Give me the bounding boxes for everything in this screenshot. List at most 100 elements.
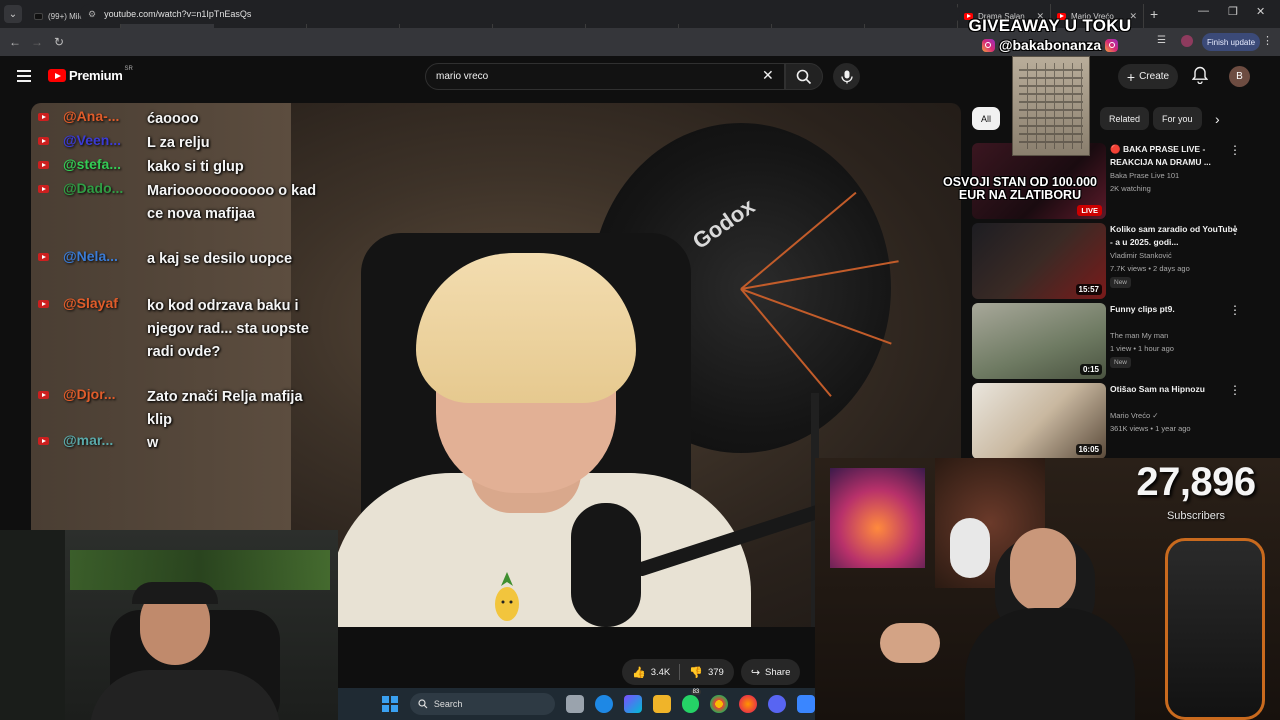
voice-search-button[interactable] <box>833 63 860 90</box>
recommendation-item[interactable]: 0:15 Funny clips pt9. The man My man 1 v… <box>972 303 1270 379</box>
chat-message: @Nela... a kaj se desilo uopce <box>38 248 317 271</box>
close-window-icon[interactable]: ✕ <box>1256 5 1265 18</box>
create-button[interactable]: + Create <box>1118 64 1178 89</box>
windows-start-icon[interactable] <box>382 696 398 712</box>
instagram-icon <box>981 38 995 52</box>
chip-related[interactable]: Related <box>1100 107 1150 130</box>
recommendation-meta: 1 view • 1 hour ago <box>1110 344 1174 353</box>
chat-message: @Slayaf ko kod odrzava baku i njegov rad.… <box>38 295 317 364</box>
webcam-person-body <box>965 608 1135 720</box>
video-actions: 👍 3.4K 👎 379 ↪ Share <box>622 659 801 685</box>
edge-icon[interactable] <box>594 695 613 713</box>
task-view-icon[interactable] <box>566 695 584 713</box>
chip-all[interactable]: All <box>972 107 1001 130</box>
duration-badge: 0:15 <box>1079 364 1102 375</box>
chat-username: @Dado... <box>63 180 124 196</box>
youtube-chat-icon <box>38 185 49 193</box>
chat-message: @mar... w <box>38 432 317 455</box>
profile-icon[interactable] <box>1181 35 1193 47</box>
app-icon[interactable] <box>797 695 816 713</box>
clear-search-icon[interactable]: ✕ <box>762 67 774 84</box>
finish-update-button[interactable]: Finish update <box>1202 33 1260 51</box>
recommendation-item[interactable]: 15:57 Koliko sam zaradio od YouTube - a … <box>972 223 1270 299</box>
more-options-icon[interactable]: ⋮ <box>1229 223 1241 237</box>
share-button[interactable]: ↪ Share <box>740 659 801 685</box>
dislike-count[interactable]: 379 <box>708 667 724 678</box>
whatsapp-icon[interactable]: 83 <box>681 689 702 713</box>
recommendation-item[interactable]: 16:05 Otišao Sam na Hipnozu Mario Vrećo … <box>972 383 1270 459</box>
new-tab-button[interactable]: + <box>1150 6 1158 22</box>
chat-username: @stefa... <box>63 156 122 172</box>
maximize-icon[interactable]: ❐ <box>1228 5 1238 18</box>
recommendation-meta: 2K watching <box>1110 184 1151 193</box>
video-thumbnail[interactable]: 16:05 <box>972 383 1106 459</box>
instagram-icon <box>1105 38 1119 52</box>
back-icon[interactable]: ← <box>4 35 26 49</box>
chat-text: ćaoooo <box>147 111 199 127</box>
chat-username: @Veen... <box>63 132 122 148</box>
tab-search-icon[interactable]: ⌄ <box>4 5 22 23</box>
more-options-icon[interactable]: ⋮ <box>1229 303 1241 317</box>
reading-list-icon[interactable]: ☰ <box>1157 35 1169 47</box>
recommendation-title[interactable]: 🔴 BAKA PRASE LIVE - REAKCIJA NA DRAMU ..… <box>1110 143 1238 169</box>
like-count[interactable]: 3.4K <box>651 667 671 678</box>
search-icon <box>418 699 428 709</box>
giveaway-handle: @bakabonanza <box>998 37 1102 53</box>
copilot-icon[interactable] <box>623 695 642 713</box>
account-avatar[interactable]: B <box>1229 66 1250 87</box>
youtube-logo[interactable]: Premium SR <box>48 65 133 83</box>
subscriber-count: 27,896 <box>1136 460 1256 504</box>
more-options-icon[interactable]: ⋮ <box>1229 143 1241 157</box>
url-text: youtube.com/watch?v=n1IpTnEasQs <box>104 9 252 19</box>
new-badge: New <box>1110 357 1132 368</box>
thumbs-down-icon[interactable]: 👎 <box>689 666 703 679</box>
url-field[interactable]: ⚙ youtube.com/watch?v=n1IpTnEasQs <box>80 4 960 24</box>
taskbar-search[interactable]: Search <box>409 693 556 715</box>
menu-icon[interactable] <box>17 70 31 82</box>
chevron-right-icon[interactable]: › <box>1215 111 1220 127</box>
chip-for-you[interactable]: For you <box>1153 107 1202 130</box>
share-label: Share <box>765 666 791 678</box>
chat-username: @mar... <box>63 432 114 448</box>
file-explorer-icon[interactable] <box>652 695 671 713</box>
more-options-icon[interactable]: ⋮ <box>1229 383 1241 397</box>
site-info-icon[interactable]: ⚙ <box>88 9 96 20</box>
country-code: SR <box>124 65 133 72</box>
discord-icon[interactable] <box>768 695 787 713</box>
thumbs-up-icon[interactable]: 👍 <box>632 666 646 679</box>
recommendation-channel[interactable]: Baka Prase Live 101 <box>1110 171 1179 180</box>
forward-icon[interactable]: → <box>26 35 48 49</box>
chat-text: ko kod odrzava baku i njegov rad... sta … <box>147 298 309 360</box>
recommendation-channel[interactable]: The man My man <box>1110 331 1168 340</box>
live-badge: LIVE <box>1077 205 1102 216</box>
chat-text: kako si ti glup <box>147 159 244 175</box>
chat-message: @Dado... Mariooooooooooo o kad ce nova ma… <box>38 180 317 226</box>
giveaway-handle-row: @bakabonanza <box>955 37 1145 53</box>
chrome-icon[interactable] <box>710 695 729 713</box>
windows-taskbar: Search 83 <box>338 688 816 720</box>
recommendation-title[interactable]: Otišao Sam na Hipnozu <box>1110 383 1238 396</box>
giveaway-banner: GIVEAWAY U TOKU @bakabonanza <box>955 16 1145 53</box>
search-button[interactable] <box>785 63 823 90</box>
video-thumbnail[interactable]: 0:15 <box>972 303 1106 379</box>
firefox-icon[interactable] <box>739 695 758 713</box>
search-input[interactable]: mario vreco <box>425 63 785 90</box>
recommendation-channel[interactable]: Vladimir Stanković <box>1110 251 1172 260</box>
youtube-chat-icon <box>38 253 49 261</box>
recommendation-title[interactable]: Koliko sam zaradio od YouTube - a u 2025… <box>1110 223 1238 249</box>
reload-icon[interactable]: ↻ <box>48 35 70 49</box>
notifications-bell-icon[interactable] <box>1191 66 1209 89</box>
chat-username: @Ana-... <box>63 108 120 124</box>
microphone-icon <box>840 70 853 83</box>
recommendation-title[interactable]: Funny clips pt9. <box>1110 303 1238 316</box>
minimize-icon[interactable]: — <box>1198 5 1209 17</box>
video-microphone <box>571 503 641 627</box>
notification-badge: 83 <box>690 689 702 695</box>
youtube-chat-icon <box>38 300 49 308</box>
chat-text: Zato znači Relja mafija klip <box>147 389 303 428</box>
chat-message: @Veen... L za relju <box>38 132 317 155</box>
video-thumbnail[interactable]: 15:57 <box>972 223 1106 299</box>
chat-username: @Nela... <box>63 248 118 264</box>
browser-menu-icon[interactable]: ⋮ <box>1262 34 1273 47</box>
recommendation-channel[interactable]: Mario Vrećo ✓ <box>1110 411 1159 420</box>
